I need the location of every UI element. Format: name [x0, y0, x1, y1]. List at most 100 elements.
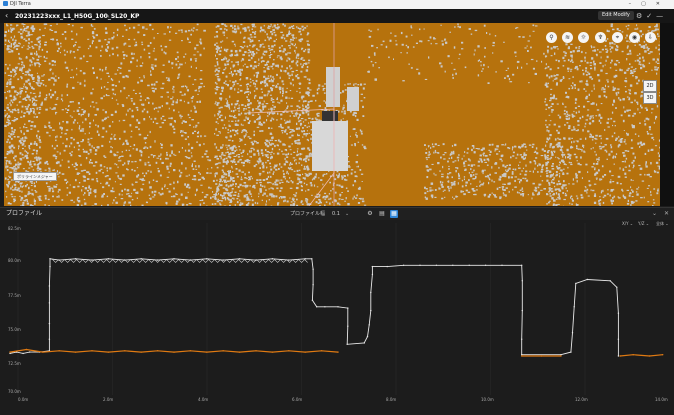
scanned-object: [347, 87, 359, 111]
x-tick-label: 2.0m: [103, 397, 113, 402]
data-point: [312, 284, 313, 285]
collapse-icon[interactable]: ⌄: [652, 210, 657, 218]
minimize-icon[interactable]: —: [656, 12, 667, 20]
profile-chart-svg[interactable]: [0, 219, 674, 411]
scanned-object: [326, 67, 340, 107]
gear-icon[interactable]: ⚙: [366, 210, 374, 218]
data-point: [403, 265, 404, 266]
view-3d-button[interactable]: 3D: [643, 92, 657, 104]
profile-panel-title: プロファイル: [6, 210, 42, 218]
data-point: [223, 259, 224, 260]
chevron-left-icon[interactable]: ‹: [5, 11, 8, 21]
project-title: 20231223xxx_L1_H50G_100_SL20_KP: [15, 12, 139, 21]
edit-mode-button[interactable]: Edit Modify: [598, 11, 634, 20]
close-icon[interactable]: ✕: [664, 210, 669, 218]
data-point: [452, 265, 453, 266]
chevron-down-icon[interactable]: ⌄: [345, 210, 349, 218]
data-point: [618, 355, 619, 356]
pencil-icon[interactable]: ✎: [105, 12, 110, 21]
data-point: [49, 302, 50, 303]
data-point: [239, 258, 240, 259]
series-line: [10, 350, 663, 357]
filter-icon[interactable]: ⚲: [546, 32, 557, 43]
data-point: [485, 265, 486, 266]
data-point: [124, 350, 125, 351]
window-controls[interactable]: –▢✕: [629, 0, 670, 9]
y-tick-label: 75.0m: [8, 327, 21, 332]
settings-icon[interactable]: ⚙: [636, 12, 646, 20]
data-point: [662, 354, 663, 355]
view-2d-button[interactable]: 2D: [643, 80, 657, 92]
data-point: [618, 313, 619, 314]
data-point: [521, 354, 522, 355]
data-point: [337, 351, 338, 352]
data-point: [42, 351, 43, 352]
table-icon[interactable]: ▤: [378, 210, 386, 218]
data-point: [616, 287, 617, 288]
data-point: [190, 350, 191, 351]
data-point: [367, 336, 368, 337]
data-point: [157, 350, 158, 351]
data-point: [574, 306, 575, 307]
y-tick-label: 70.0m: [8, 389, 21, 394]
y-tick-label: 72.5m: [8, 361, 21, 366]
data-point: [305, 351, 306, 352]
data-point: [91, 259, 92, 260]
point-cloud-viewport[interactable]: [4, 23, 660, 206]
data-point: [312, 269, 313, 270]
data-point: [321, 350, 322, 351]
window-close-button[interactable]: ✕: [656, 1, 670, 7]
window-minimize-button[interactable]: –: [629, 1, 642, 7]
data-point: [255, 350, 256, 351]
data-point: [347, 344, 348, 345]
data-point: [157, 259, 158, 260]
point-cloud-canvas[interactable]: [4, 23, 660, 206]
export-icon[interactable]: ⇩: [645, 32, 656, 43]
app-name: DJI Terra: [10, 1, 31, 7]
layers-icon[interactable]: ≋: [562, 32, 573, 43]
data-point: [370, 292, 371, 293]
data-point: [49, 258, 50, 259]
data-point: [387, 266, 388, 267]
data-point: [9, 351, 10, 352]
data-point: [619, 355, 620, 356]
data-point: [75, 351, 76, 352]
dji-logo-icon: [3, 1, 8, 6]
data-point: [522, 280, 523, 281]
data-point: [173, 258, 174, 259]
data-point: [347, 307, 348, 308]
window-maximize-button[interactable]: ▢: [641, 1, 656, 7]
data-point: [521, 265, 522, 266]
measure-icon[interactable]: ⌖: [612, 32, 623, 43]
data-point: [610, 280, 611, 281]
viewport-right-strip: [660, 23, 674, 206]
x-tick-label: 8.0m: [386, 397, 396, 402]
x-tick-label: 6.0m: [292, 397, 302, 402]
y-tick-label: 77.5m: [8, 293, 21, 298]
lightbulb-icon[interactable]: ☼: [578, 32, 589, 43]
x-tick-label: 10.0m: [481, 397, 494, 402]
data-point: [618, 339, 619, 340]
data-point: [587, 279, 588, 280]
y-tick-label: 80.0m: [8, 258, 21, 263]
grid-icon[interactable]: ▦: [390, 210, 398, 218]
data-point: [49, 339, 50, 340]
x-tick-label: 0.0m: [18, 397, 28, 402]
data-point: [337, 306, 338, 307]
data-point: [575, 283, 576, 284]
data-point: [29, 351, 30, 352]
data-point: [49, 285, 50, 286]
data-point: [108, 258, 109, 259]
data-point: [22, 353, 23, 354]
profile-chart[interactable]: [0, 219, 674, 411]
series-line: [10, 259, 618, 356]
camera-icon[interactable]: ◉: [629, 32, 640, 43]
measure-tag: ポリラインメジャー: [13, 172, 57, 181]
os-title-bar: DJI Terra –▢✕: [0, 0, 674, 9]
check-icon[interactable]: ✓: [646, 12, 656, 20]
data-point: [59, 350, 60, 351]
marker-icon[interactable]: ♆: [595, 32, 606, 43]
data-point: [649, 355, 650, 356]
profile-width-input[interactable]: 0.1: [332, 210, 340, 218]
data-point: [372, 266, 373, 267]
